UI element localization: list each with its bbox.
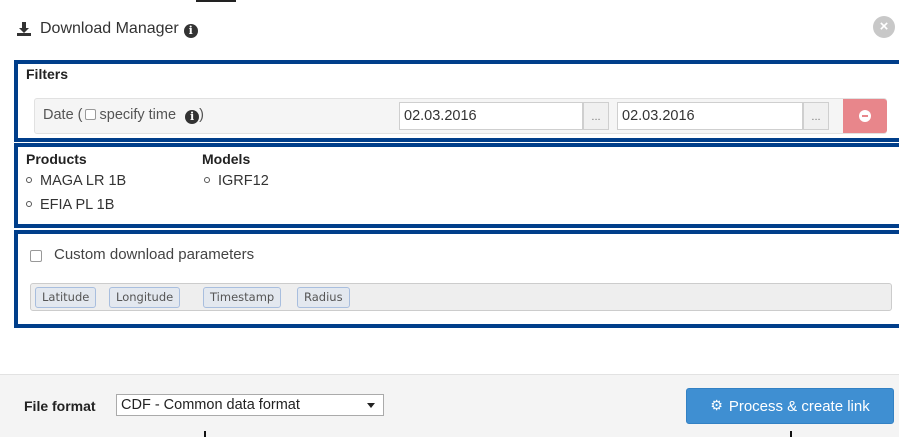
- modal-title: Download Manager i: [40, 20, 198, 38]
- start-date-input[interactable]: 02.03.2016: [399, 102, 583, 130]
- model-label: IGRF12: [218, 173, 269, 189]
- cogs-icon: ⚙: [710, 398, 723, 414]
- bullet-icon: [204, 177, 210, 183]
- params-tag-field[interactable]: Latitude Longitude Timestamp Radius: [30, 283, 892, 311]
- remove-filter-button[interactable]: [843, 99, 887, 133]
- selection-highlight: [14, 143, 899, 228]
- modal-title-text: Download Manager: [40, 20, 179, 37]
- specify-time-checkbox[interactable]: [84, 109, 96, 120]
- filters-title: Filters: [26, 66, 69, 82]
- file-format-value: CDF - Common data format: [121, 397, 300, 413]
- top-edge-scrap: [196, 0, 236, 2]
- close-icon[interactable]: ×: [873, 16, 895, 38]
- modal-header: Download Manager i: [0, 6, 899, 52]
- date-filter-label: Date ( specify time i): [43, 107, 204, 124]
- file-format-label: File format: [24, 398, 96, 414]
- process-button-label: Process & create link: [728, 397, 870, 415]
- custom-params-checkbox[interactable]: [30, 250, 42, 262]
- specify-time-label: specify time: [99, 107, 177, 123]
- minus-circle-icon: [859, 110, 871, 122]
- specify-time-info-icon[interactable]: i: [185, 110, 200, 124]
- products-title: Products: [26, 151, 87, 167]
- process-create-link-button[interactable]: ⚙ Process & create link: [686, 388, 894, 424]
- param-tag-latitude[interactable]: Latitude: [35, 287, 97, 308]
- models-title: Models: [202, 151, 251, 167]
- product-label: MAGA LR 1B: [40, 173, 127, 189]
- model-item: IGRF12: [204, 173, 269, 189]
- param-tag-radius[interactable]: Radius: [297, 287, 350, 308]
- download-icon: [17, 22, 31, 36]
- end-date-input[interactable]: 02.03.2016: [617, 102, 803, 130]
- date-filter-row: Date ( specify time i) 02.03.2016 ... 02.…: [34, 98, 887, 134]
- param-tag-timestamp[interactable]: Timestamp: [203, 287, 282, 308]
- pointer-stub: [790, 431, 792, 437]
- bullet-icon: [26, 177, 32, 183]
- bullet-icon: [26, 201, 32, 207]
- date-label-suffix: ): [199, 107, 204, 123]
- date-label-prefix: Date (: [43, 107, 83, 123]
- product-label: EFIA PL 1B: [40, 197, 115, 213]
- custom-params-highlight: [14, 230, 899, 328]
- info-icon[interactable]: i: [183, 24, 198, 38]
- product-item: EFIA PL 1B: [26, 197, 114, 213]
- pointer-stub: [204, 431, 206, 437]
- start-date-picker-button[interactable]: ...: [583, 102, 609, 130]
- chevron-down-icon: [367, 403, 375, 408]
- param-tag-longitude[interactable]: Longitude: [109, 287, 181, 308]
- file-format-select[interactable]: CDF - Common data format: [116, 394, 384, 416]
- product-item: MAGA LR 1B: [26, 173, 126, 189]
- custom-params-label: Custom download parameters: [54, 246, 255, 263]
- end-date-picker-button[interactable]: ...: [803, 102, 829, 130]
